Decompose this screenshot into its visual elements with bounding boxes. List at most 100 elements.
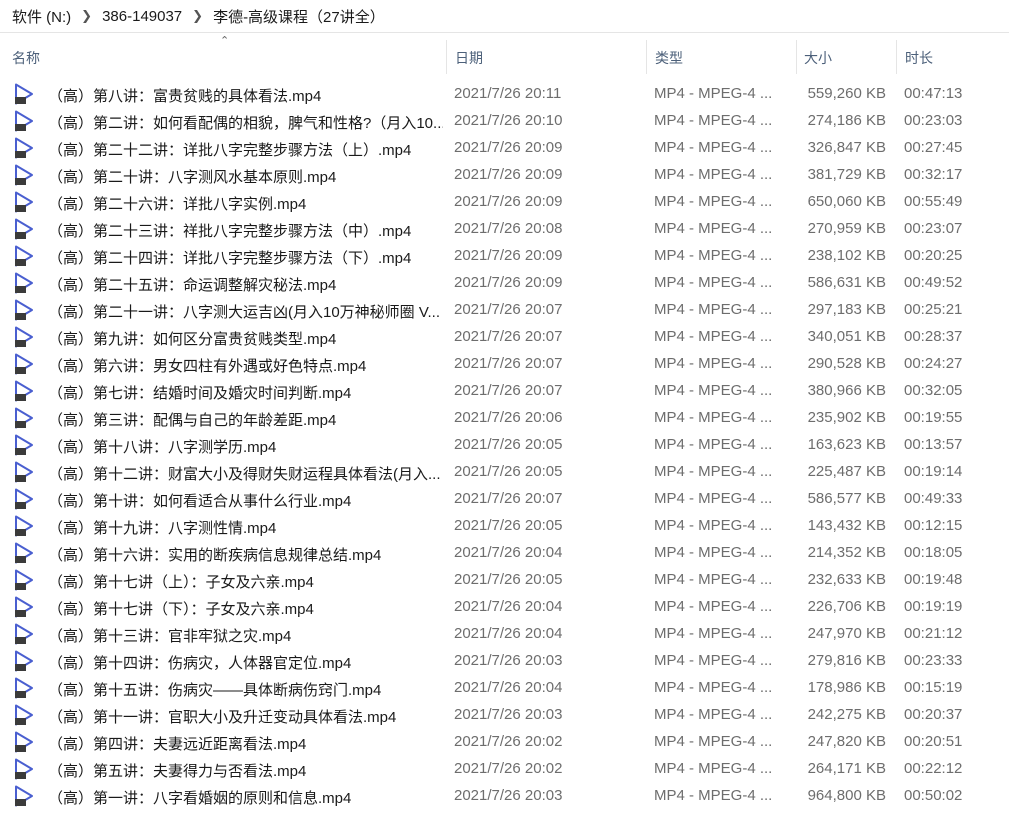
video-file-icon — [15, 704, 33, 726]
file-row[interactable]: （高）第十七讲（上）：子女及六亲.mp4 2021/7/26 20:05 MP4 -… — [0, 567, 1009, 594]
column-resize-handle[interactable] — [796, 40, 797, 74]
file-date: 2021/7/26 20:07 — [454, 490, 563, 507]
file-type: MP4 - MPEG-4 ... — [654, 571, 773, 588]
file-duration: 00:23:07 — [904, 220, 963, 237]
video-file-icon — [15, 218, 33, 240]
breadcrumb-current-folder[interactable]: 李德-高级课程（27讲全） — [209, 6, 389, 27]
breadcrumb-drive[interactable]: 软件 (N:) — [8, 6, 75, 27]
column-header-duration[interactable]: 时长 — [905, 48, 933, 68]
file-row[interactable]: （高）第十一讲：官职大小及升迁变动具体看法.mp4 2021/7/26 20:03… — [0, 702, 1009, 729]
file-row[interactable]: （高）第十七讲（下）：子女及六亲.mp4 2021/7/26 20:04 MP4 -… — [0, 594, 1009, 621]
video-file-icon — [15, 326, 33, 348]
file-size: 247,970 KB — [807, 625, 886, 642]
file-duration: 00:50:02 — [904, 787, 963, 804]
file-row[interactable]: （高）第三讲：配偶与自己的年龄差距.mp4 2021/7/26 20:06 MP4 … — [0, 405, 1009, 432]
column-resize-handle[interactable] — [896, 40, 897, 74]
file-name: （高）第二十四讲：详批八字完整步骤方法（下）.mp4 — [48, 250, 412, 267]
file-type: MP4 - MPEG-4 ... — [654, 733, 773, 750]
file-type: MP4 - MPEG-4 ... — [654, 679, 773, 696]
file-row[interactable]: （高）第二十六讲：详批八字实例.mp4 2021/7/26 20:09 MP4 - … — [0, 189, 1009, 216]
column-header-type[interactable]: 类型 — [655, 48, 683, 68]
video-file-icon — [15, 407, 33, 429]
file-row[interactable]: （高）第十九讲：八字测性情.mp4 2021/7/26 20:05 MP4 - MP… — [0, 513, 1009, 540]
file-row[interactable]: （高）第二十四讲：详批八字完整步骤方法（下）.mp4 2021/7/26 20:0… — [0, 243, 1009, 270]
file-duration: 00:19:48 — [904, 571, 963, 588]
chevron-right-icon[interactable]: ❯ — [186, 8, 209, 24]
file-name: （高）第十二讲：财富大小及得财失财运程具体看法(月入... — [48, 466, 441, 483]
file-row[interactable]: （高）第二十二讲：详批八字完整步骤方法（上）.mp4 2021/7/26 20:0… — [0, 135, 1009, 162]
file-row[interactable]: （高）第六讲：男女四柱有外遇或好色特点.mp4 2021/7/26 20:07 MP… — [0, 351, 1009, 378]
file-size: 290,528 KB — [807, 355, 886, 372]
file-date: 2021/7/26 20:07 — [454, 301, 563, 318]
video-file-icon — [15, 299, 33, 321]
file-row[interactable]: （高）第八讲：富贵贫贱的具体看法.mp4 2021/7/26 20:11 MP4 -… — [0, 81, 1009, 108]
file-name: （高）第九讲：如何区分富贵贫贱类型.mp4 — [48, 331, 337, 348]
file-date: 2021/7/26 20:09 — [454, 247, 563, 264]
file-date: 2021/7/26 20:07 — [454, 328, 563, 345]
video-file-icon — [15, 434, 33, 456]
file-row[interactable]: （高）第四讲：夫妻远近距离看法.mp4 2021/7/26 20:02 MP4 - … — [0, 729, 1009, 756]
file-row[interactable]: （高）第一讲：八字看婚姻的原则和信息.mp4 2021/7/26 20:03 MP4… — [0, 783, 1009, 810]
video-file-icon — [15, 758, 33, 780]
column-header-row: ⌃ 名称 日期 类型 大小 时长 — [0, 35, 1009, 74]
file-row[interactable]: （高）第二十讲：八字测风水基本原则.mp4 2021/7/26 20:09 MP4 … — [0, 162, 1009, 189]
file-date: 2021/7/26 20:02 — [454, 733, 563, 750]
file-type: MP4 - MPEG-4 ... — [654, 247, 773, 264]
file-row[interactable]: （高）第五讲：夫妻得力与否看法.mp4 2021/7/26 20:02 MP4 - … — [0, 756, 1009, 783]
column-header-date[interactable]: 日期 — [455, 48, 483, 68]
file-name: （高）第六讲：男女四柱有外遇或好色特点.mp4 — [48, 358, 367, 375]
file-duration: 00:19:19 — [904, 598, 963, 615]
file-row[interactable]: （高）第二十三讲：祥批八字完整步骤方法（中）.mp4 2021/7/26 20:0… — [0, 216, 1009, 243]
file-size: 586,631 KB — [807, 274, 886, 291]
file-date: 2021/7/26 20:09 — [454, 166, 563, 183]
file-type: MP4 - MPEG-4 ... — [654, 463, 773, 480]
video-file-icon — [15, 191, 33, 213]
column-header-size[interactable]: 大小 — [804, 48, 832, 68]
file-row[interactable]: （高）第十讲：如何看适合从事什么行业.mp4 2021/7/26 20:07 MP4… — [0, 486, 1009, 513]
file-duration: 00:49:52 — [904, 274, 963, 291]
file-row[interactable]: （高）第十四讲：伤病灾，人体器官定位.mp4 2021/7/26 20:03 MP4… — [0, 648, 1009, 675]
file-size: 143,432 KB — [807, 517, 886, 534]
file-row[interactable]: （高）第二讲：如何看配偶的相貌，脾气和性格?（月入10... 2021/7/26 … — [0, 108, 1009, 135]
file-type: MP4 - MPEG-4 ... — [654, 625, 773, 642]
file-size: 214,352 KB — [807, 544, 886, 561]
chevron-right-icon[interactable]: ❯ — [75, 8, 98, 24]
file-row[interactable]: （高）第二十五讲：命运调整解灾秘法.mp4 2021/7/26 20:09 MP4 … — [0, 270, 1009, 297]
file-name: （高）第七讲：结婚时间及婚灾时间判断.mp4 — [48, 385, 352, 402]
file-name: （高）第二十讲：八字测风水基本原则.mp4 — [48, 169, 337, 186]
file-size: 964,800 KB — [807, 787, 886, 804]
file-duration: 00:13:57 — [904, 436, 963, 453]
file-type: MP4 - MPEG-4 ... — [654, 274, 773, 291]
video-file-icon — [15, 245, 33, 267]
file-row[interactable]: （高）第十六讲：实用的断疾病信息规律总结.mp4 2021/7/26 20:04 M… — [0, 540, 1009, 567]
column-resize-handle[interactable] — [446, 40, 447, 74]
column-header-name[interactable]: 名称 — [12, 48, 40, 68]
file-date: 2021/7/26 20:05 — [454, 571, 563, 588]
file-date: 2021/7/26 20:05 — [454, 463, 563, 480]
file-size: 226,706 KB — [807, 598, 886, 615]
sort-ascending-icon: ⌃ — [220, 35, 230, 47]
file-name: （高）第十三讲：官非牢狱之灾.mp4 — [48, 628, 292, 645]
file-type: MP4 - MPEG-4 ... — [654, 706, 773, 723]
file-row[interactable]: （高）第十二讲：财富大小及得财失财运程具体看法(月入... 2021/7/26 2… — [0, 459, 1009, 486]
file-duration: 00:23:03 — [904, 112, 963, 129]
video-file-icon — [15, 353, 33, 375]
file-duration: 00:25:21 — [904, 301, 963, 318]
file-row[interactable]: （高）第十三讲：官非牢狱之灾.mp4 2021/7/26 20:04 MP4 - M… — [0, 621, 1009, 648]
video-file-icon — [15, 542, 33, 564]
file-row[interactable]: （高）第二十一讲：八字测大运吉凶(月入10万神秘师圈 V... 2021/7/26… — [0, 297, 1009, 324]
file-name: （高）第四讲：夫妻远近距离看法.mp4 — [48, 736, 307, 753]
file-row[interactable]: （高）第十五讲：伤病灾——具体断病伤窍门.mp4 2021/7/26 20:04 M… — [0, 675, 1009, 702]
file-name: （高）第十七讲（上）：子女及六亲.mp4 — [48, 574, 314, 591]
column-resize-handle[interactable] — [646, 40, 647, 74]
file-type: MP4 - MPEG-4 ... — [654, 409, 773, 426]
toolbar-divider — [0, 32, 1009, 33]
breadcrumb-folder[interactable]: 386-149037 — [98, 8, 186, 25]
file-row[interactable]: （高）第七讲：结婚时间及婚灾时间判断.mp4 2021/7/26 20:07 MP4… — [0, 378, 1009, 405]
file-date: 2021/7/26 20:03 — [454, 652, 563, 669]
file-row[interactable]: （高）第九讲：如何区分富贵贫贱类型.mp4 2021/7/26 20:07 MP4 … — [0, 324, 1009, 351]
file-size: 163,623 KB — [807, 436, 886, 453]
file-name: （高）第二十三讲：祥批八字完整步骤方法（中）.mp4 — [48, 223, 412, 240]
file-duration: 00:32:17 — [904, 166, 963, 183]
file-row[interactable]: （高）第十八讲：八字测学历.mp4 2021/7/26 20:05 MP4 - MP… — [0, 432, 1009, 459]
